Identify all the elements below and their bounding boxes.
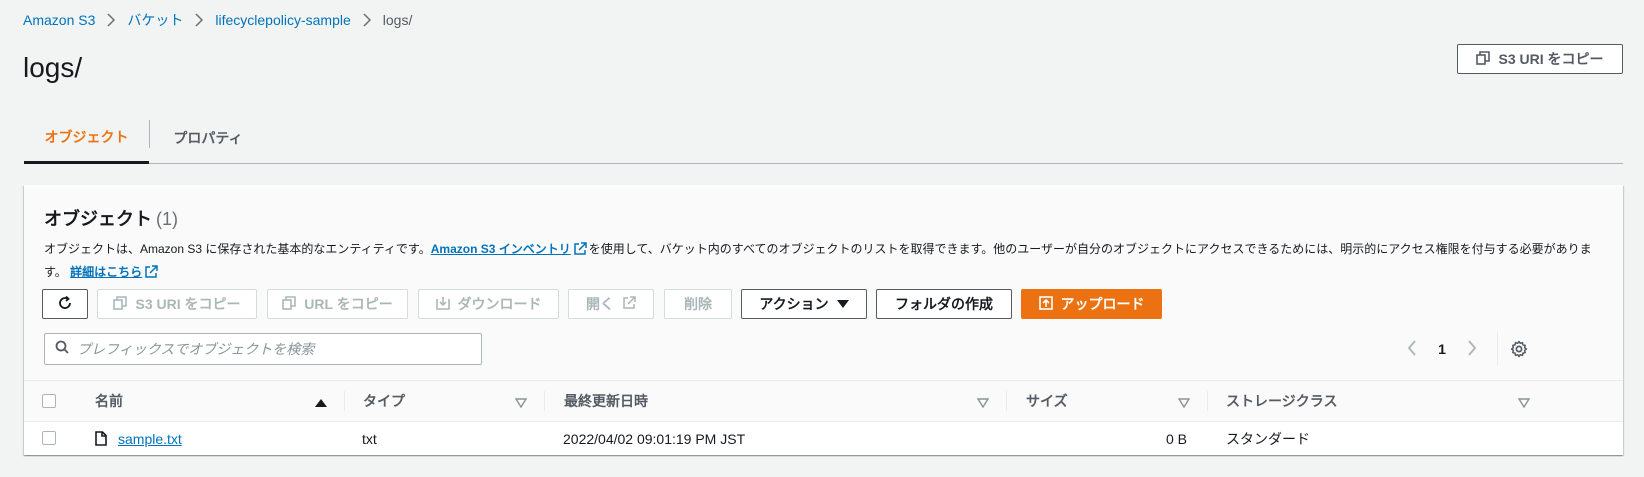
copy-s3-uri-header-button[interactable]: S3 URI をコピー: [1457, 44, 1623, 74]
upload-label: アップロード: [1060, 296, 1145, 312]
inventory-link[interactable]: Amazon S3 インベントリ: [431, 242, 571, 256]
column-divider: [1207, 391, 1208, 411]
copy-icon: [1476, 50, 1491, 68]
external-link-icon: [622, 295, 636, 313]
page-title: logs/: [23, 52, 83, 83]
column-header-storage-class-label: ストレージクラス: [1226, 393, 1338, 409]
refresh-icon: [57, 295, 73, 314]
column-divider: [344, 391, 345, 411]
external-link-icon: [144, 265, 158, 285]
delete-button[interactable]: 削除: [664, 289, 732, 319]
panel-title: オブジェクト (1): [44, 205, 178, 231]
copy-s3-uri-button[interactable]: S3 URI をコピー: [97, 289, 257, 319]
column-header-size[interactable]: サイズ: [1026, 381, 1068, 421]
breadcrumb-current: logs/: [382, 12, 413, 28]
copy-icon: [113, 295, 128, 313]
tab-objects[interactable]: オブジェクト: [24, 112, 149, 164]
caret-down-icon: [836, 296, 849, 312]
open-label: 開く: [586, 296, 614, 312]
description-prefix: オブジェクトは、Amazon S3 に保存された基本的なエンティティです。: [44, 242, 431, 256]
column-header-type[interactable]: タイプ: [363, 381, 405, 421]
delete-label: 削除: [684, 296, 712, 312]
breadcrumb-buckets[interactable]: バケット: [127, 10, 183, 30]
column-header-name[interactable]: 名前: [95, 381, 123, 421]
tab-bar: オブジェクト プロパティ: [24, 112, 1623, 164]
column-header-type-label: タイプ: [363, 393, 405, 409]
object-size: 0 B: [1165, 430, 1187, 447]
download-icon: [435, 296, 450, 313]
create-folder-button[interactable]: フォルダの作成: [876, 289, 1012, 319]
upload-button[interactable]: アップロード: [1021, 289, 1162, 319]
file-icon: [95, 431, 107, 451]
object-last-modified: 2022/04/02 09:01:19 PM JST: [563, 430, 746, 447]
external-link-icon: [573, 242, 587, 262]
breadcrumb: Amazon S3 バケット lifecyclepolicy-sample lo…: [23, 10, 412, 30]
breadcrumb-bucket-name[interactable]: lifecyclepolicy-sample: [215, 12, 350, 28]
actions-label: アクション: [759, 296, 829, 312]
sort-ascending-icon[interactable]: [315, 395, 327, 413]
copy-s3-uri-label: S3 URI をコピー: [135, 296, 241, 312]
table-header: 名前 タイプ 最終更新日時 サイズ ストレージクラス: [24, 380, 1623, 422]
learn-more-link[interactable]: 詳細はこちら: [70, 265, 142, 279]
actions-dropdown[interactable]: アクション: [741, 289, 867, 319]
table-row[interactable]: sample.txt txt 2022/04/02 09:01:19 PM JS…: [24, 422, 1623, 455]
current-page-number[interactable]: 1: [1431, 341, 1453, 357]
search-box: [44, 333, 482, 365]
chevron-right-icon: [363, 13, 371, 27]
column-header-name-label: 名前: [95, 393, 123, 409]
open-button[interactable]: 開く: [568, 289, 654, 319]
upload-icon: [1038, 295, 1053, 313]
breadcrumb-amazon-s3[interactable]: Amazon S3: [23, 12, 95, 28]
panel-title-text: オブジェクト: [44, 209, 152, 229]
refresh-button[interactable]: [42, 289, 88, 319]
copy-url-label: URL をコピー: [304, 296, 393, 312]
tab-objects-label: オブジェクト: [44, 128, 129, 145]
column-header-size-label: サイズ: [1026, 393, 1068, 409]
copy-icon: [282, 295, 297, 313]
next-page-icon[interactable]: [1467, 339, 1477, 359]
copy-s3-uri-label: S3 URI をコピー: [1498, 51, 1604, 67]
column-header-last-modified-label: 最終更新日時: [564, 393, 648, 409]
object-count: (1): [156, 209, 178, 229]
select-all-checkbox[interactable]: [42, 394, 56, 408]
sort-icon[interactable]: [514, 395, 528, 413]
object-type: txt: [362, 430, 377, 447]
column-header-storage-class[interactable]: ストレージクラス: [1226, 381, 1337, 421]
pagination: 1: [1407, 333, 1477, 365]
sort-icon[interactable]: [1177, 395, 1191, 413]
previous-page-icon[interactable]: [1407, 339, 1417, 359]
download-button[interactable]: ダウンロード: [418, 289, 559, 319]
sort-icon[interactable]: [976, 395, 990, 413]
tab-properties[interactable]: プロパティ: [150, 112, 266, 164]
search-input[interactable]: [77, 341, 457, 357]
pagination-divider: [1497, 332, 1498, 366]
column-header-last-modified[interactable]: 最終更新日時: [564, 381, 648, 421]
copy-url-button[interactable]: URL をコピー: [267, 289, 408, 319]
objects-panel: オブジェクト (1) オブジェクトは、Amazon S3 に保存された基本的なエン…: [24, 185, 1623, 455]
download-label: ダウンロード: [457, 296, 542, 312]
chevron-right-icon: [107, 13, 116, 27]
create-folder-label: フォルダの作成: [895, 296, 993, 312]
tab-properties-label: プロパティ: [173, 130, 243, 146]
column-divider: [544, 391, 545, 411]
search-icon: [55, 340, 69, 359]
chevron-right-icon: [195, 13, 204, 27]
column-divider: [1006, 391, 1007, 411]
object-storage-class: スタンダード: [1226, 430, 1310, 447]
panel-description: オブジェクトは、Amazon S3 に保存された基本的なエンティティです。Ama…: [44, 239, 1604, 285]
settings-gear-icon[interactable]: [1510, 340, 1528, 363]
object-name-link[interactable]: sample.txt: [118, 422, 182, 455]
sort-icon[interactable]: [1517, 395, 1531, 413]
row-checkbox[interactable]: [42, 431, 56, 445]
